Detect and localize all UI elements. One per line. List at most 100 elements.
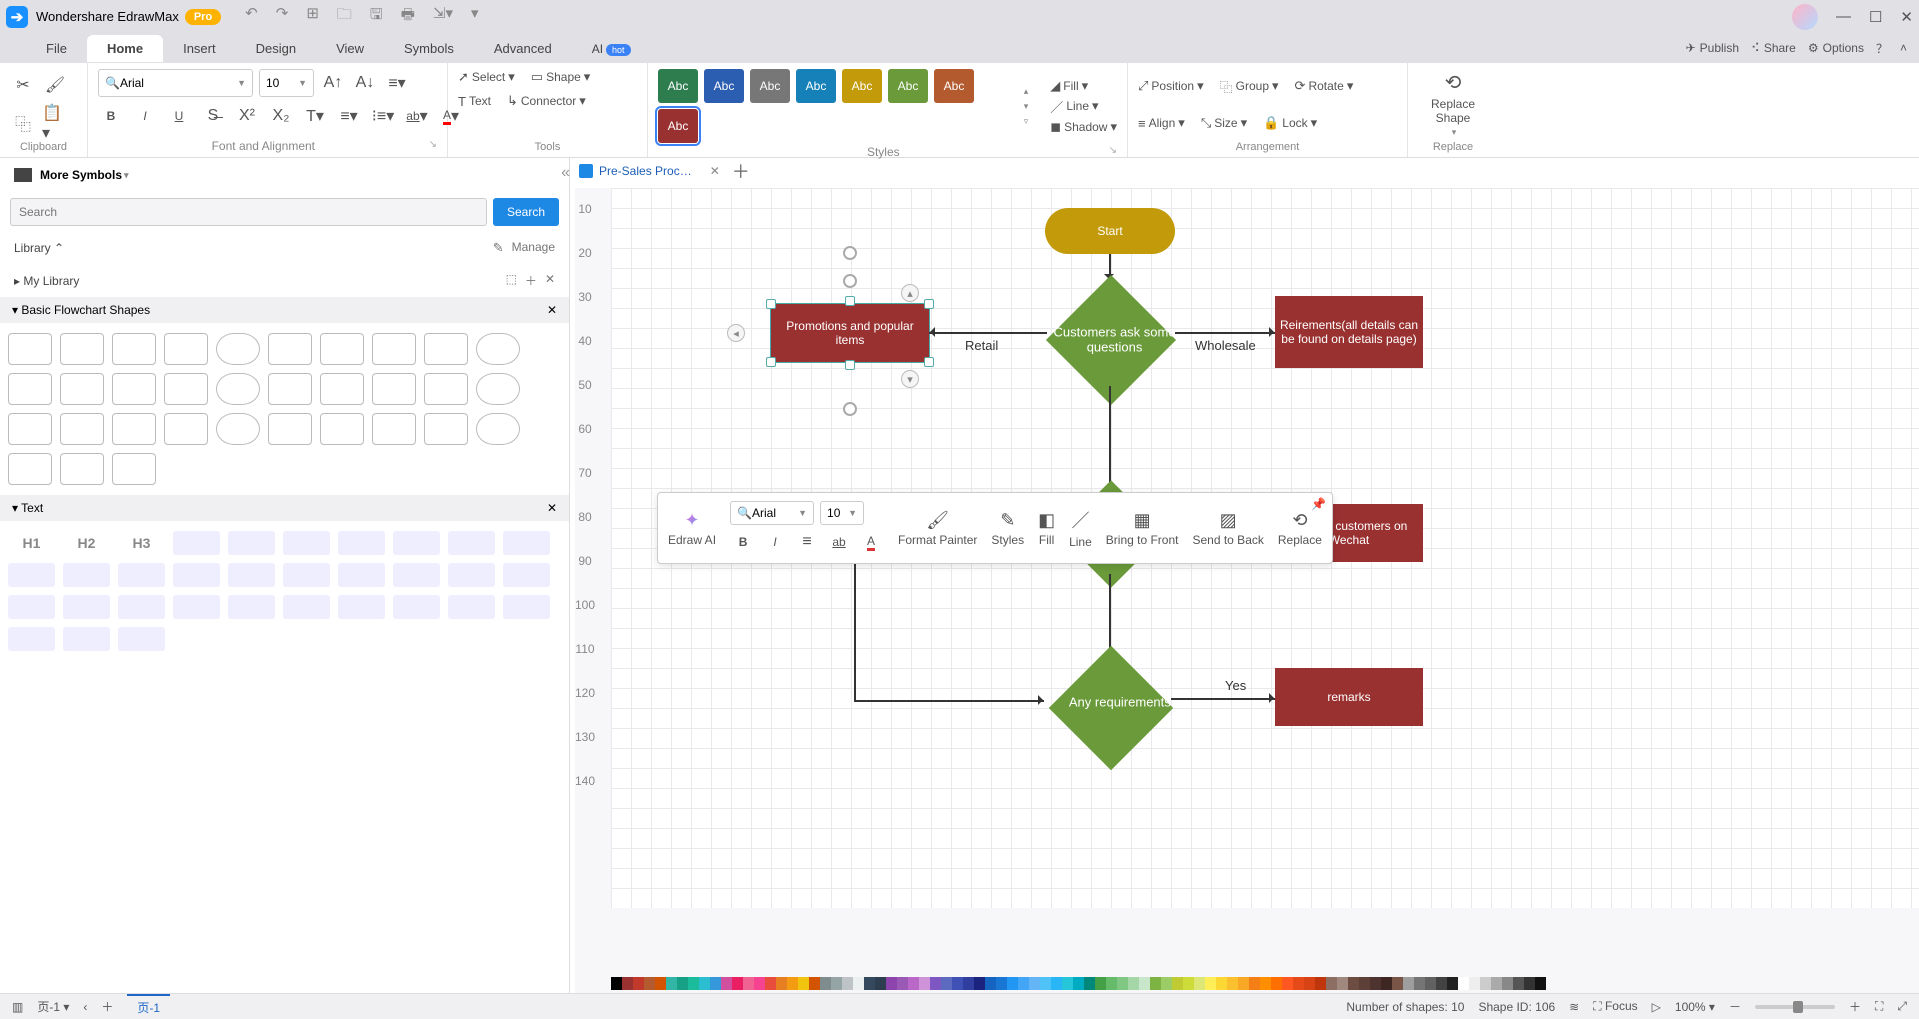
mini-replace[interactable]: ⟲Replace	[1278, 510, 1322, 547]
edge-label-yes[interactable]: Yes	[1225, 678, 1246, 693]
palette-swatch[interactable]	[633, 977, 644, 990]
palette-swatch[interactable]	[1018, 977, 1029, 990]
node-customers-question[interactable]: Customers ask some questions	[1046, 275, 1176, 405]
style-swatch[interactable]: Abc	[704, 69, 744, 103]
text-stencil[interactable]	[118, 595, 165, 619]
palette-swatch[interactable]	[1491, 977, 1502, 990]
palette-swatch[interactable]	[886, 977, 897, 990]
shape-stencil[interactable]	[8, 413, 52, 445]
text-stencil[interactable]	[63, 563, 110, 587]
text-stencil[interactable]	[228, 563, 275, 587]
paste-icon[interactable]: 📋▾	[42, 110, 68, 136]
fit-page-icon[interactable]: ⛶	[1875, 999, 1883, 1014]
quick-add-top-icon[interactable]: ▴	[901, 284, 919, 302]
text-stencil[interactable]	[228, 595, 275, 619]
text-stencil[interactable]	[503, 531, 550, 555]
palette-swatch[interactable]	[1073, 977, 1084, 990]
text-tool[interactable]: T Text	[458, 93, 491, 109]
palette-swatch[interactable]	[611, 977, 622, 990]
panel-collapse-icon[interactable]: «	[561, 164, 570, 182]
font-size-select[interactable]: 10▼	[259, 69, 314, 97]
redo-icon[interactable]: ↷	[276, 4, 289, 29]
style-swatch[interactable]: Abc	[658, 109, 698, 143]
minimize-icon[interactable]: —	[1836, 8, 1851, 25]
text-stencil[interactable]	[8, 627, 55, 651]
share-button[interactable]: ⠪ Share	[1751, 41, 1796, 55]
palette-swatch[interactable]	[1084, 977, 1095, 990]
print-icon[interactable]: 🖶	[401, 4, 415, 29]
shape-stencil[interactable]	[320, 413, 364, 445]
text-effects-icon[interactable]: T▾	[302, 103, 328, 129]
palette-swatch[interactable]	[644, 977, 655, 990]
align-menu[interactable]: ≡ Align▾	[1138, 115, 1185, 131]
shape-stencil[interactable]	[476, 333, 520, 365]
text-stencil[interactable]	[448, 563, 495, 587]
palette-swatch[interactable]	[1040, 977, 1051, 990]
palette-swatch[interactable]	[677, 977, 688, 990]
add-tab-icon[interactable]: ＋	[732, 158, 750, 184]
menu-symbols[interactable]: Symbols	[384, 35, 474, 62]
lib-action-1-icon[interactable]: ⬚	[506, 272, 517, 289]
palette-swatch[interactable]	[1227, 977, 1238, 990]
palette-swatch[interactable]	[1348, 977, 1359, 990]
palette-swatch[interactable]	[655, 977, 666, 990]
shadow-menu[interactable]: ◼ Shadow ▾	[1050, 119, 1117, 135]
quick-add-bottom-icon[interactable]: ▾	[901, 370, 919, 388]
palette-swatch[interactable]	[1128, 977, 1139, 990]
shape-stencil[interactable]	[268, 373, 312, 405]
palette-swatch[interactable]	[1359, 977, 1370, 990]
selection-handle[interactable]	[845, 296, 855, 306]
palette-swatch[interactable]	[1392, 977, 1403, 990]
edraw-ai-button[interactable]: ✦Edraw AI	[668, 510, 716, 547]
palette-swatch[interactable]	[776, 977, 787, 990]
add-page-icon[interactable]: ＋	[101, 998, 113, 1015]
palette-swatch[interactable]	[699, 977, 710, 990]
text-stencil[interactable]: H3	[118, 531, 165, 555]
palette-swatch[interactable]	[732, 977, 743, 990]
cut-icon[interactable]: ✂	[10, 72, 36, 98]
palette-swatch[interactable]	[820, 977, 831, 990]
zoom-out-icon[interactable]: －	[1729, 998, 1741, 1015]
mini-line[interactable]: ／Line	[1069, 507, 1092, 549]
undo-icon[interactable]: ↶	[245, 4, 258, 29]
text-stencil[interactable]	[503, 563, 550, 587]
style-swatch[interactable]: Abc	[796, 69, 836, 103]
palette-swatch[interactable]	[1469, 977, 1480, 990]
shape-stencil[interactable]	[372, 373, 416, 405]
palette-swatch[interactable]	[1502, 977, 1513, 990]
palette-swatch[interactable]	[1458, 977, 1469, 990]
palette-swatch[interactable]	[1161, 977, 1172, 990]
selection-handle[interactable]	[766, 299, 776, 309]
collapse-ribbon-icon[interactable]: ˄	[1900, 41, 1907, 55]
symbol-search-button[interactable]: Search	[493, 198, 559, 226]
text-stencil[interactable]	[173, 595, 220, 619]
text-stencil[interactable]	[393, 531, 440, 555]
mini-fill[interactable]: ◧Fill	[1038, 510, 1055, 547]
text-stencil[interactable]	[503, 595, 550, 619]
palette-swatch[interactable]	[1480, 977, 1491, 990]
mini-bold-icon[interactable]: B	[730, 529, 756, 555]
palette-swatch[interactable]	[754, 977, 765, 990]
open-icon[interactable]: 🗀	[337, 4, 352, 29]
bullets-icon[interactable]: ⁝≡▾	[370, 103, 396, 129]
palette-swatch[interactable]	[930, 977, 941, 990]
text-stencil[interactable]	[338, 595, 385, 619]
connector[interactable]	[854, 562, 856, 702]
shape-stencil[interactable]	[268, 413, 312, 445]
palette-swatch[interactable]	[1139, 977, 1150, 990]
menu-design[interactable]: Design	[236, 35, 316, 62]
export-icon[interactable]: ⇲▾	[433, 4, 453, 29]
palette-swatch[interactable]	[1282, 977, 1293, 990]
text-stencil[interactable]	[283, 531, 330, 555]
text-stencil[interactable]	[448, 595, 495, 619]
shape-stencil[interactable]	[424, 373, 468, 405]
section-flowchart-shapes[interactable]: ▾ Basic Flowchart Shapes ✕	[0, 297, 569, 323]
palette-swatch[interactable]	[1326, 977, 1337, 990]
new-icon[interactable]: ⊞	[306, 4, 319, 29]
layers-icon[interactable]: ≋	[1569, 1000, 1579, 1014]
shape-stencil[interactable]	[216, 413, 260, 445]
palette-swatch[interactable]	[1007, 977, 1018, 990]
shape-stencil[interactable]	[112, 413, 156, 445]
mini-font-select[interactable]: 🔍 Arial▼	[730, 501, 814, 525]
selection-handle[interactable]	[845, 360, 855, 370]
